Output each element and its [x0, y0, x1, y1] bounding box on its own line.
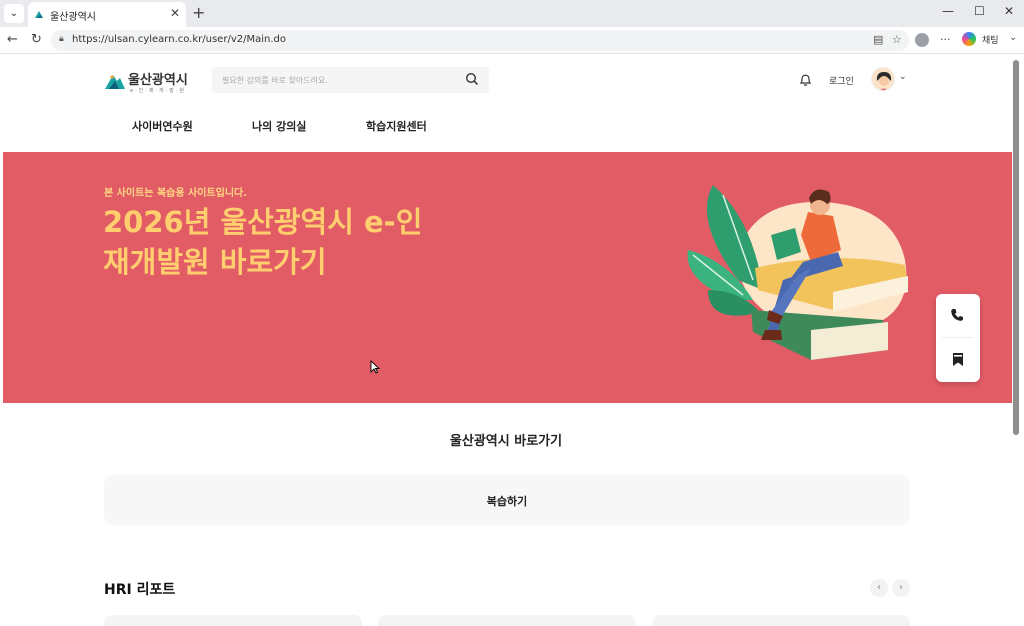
quick-menu — [936, 294, 980, 382]
back-arrow-icon[interactable]: ← — [7, 32, 18, 47]
site-logo[interactable]: 울산광역시 e·인·재·개·발·원 — [104, 69, 194, 95]
search-input[interactable]: 필요한 강의를 바로 찾아드려요. — [212, 67, 489, 93]
hri-card[interactable] — [652, 615, 910, 626]
maximize-button[interactable]: ☐ — [974, 4, 985, 18]
more-options-icon[interactable]: ··· — [940, 33, 951, 46]
page-viewport: 울산광역시 e·인·재·개·발·원 필요한 강의를 바로 찾아드려요. 로그인 … — [0, 55, 1024, 626]
lock-icon: 🔒︎ — [59, 34, 64, 44]
logo-name: 울산광역시 — [128, 73, 188, 88]
hri-next-icon[interactable]: › — [892, 579, 910, 597]
close-window-button[interactable]: ✕ — [1004, 4, 1014, 18]
minimize-button[interactable]: — — [942, 4, 954, 18]
quick-menu-divider — [942, 337, 974, 338]
hri-card-list — [104, 615, 910, 626]
chevron-down-icon[interactable]: ⌄ — [1009, 32, 1017, 43]
search-icon[interactable] — [465, 72, 479, 86]
nav-item-cyber-training[interactable]: 사이버연수원 — [132, 118, 193, 134]
mouse-cursor-icon — [370, 360, 380, 374]
review-button-label: 복습하기 — [486, 495, 528, 508]
logo-mountain-icon — [105, 75, 125, 89]
browser-profile-icon[interactable] — [915, 33, 929, 47]
reload-icon[interactable]: ↻ — [31, 32, 42, 47]
nav-item-my-classroom[interactable]: 나의 강의실 — [252, 118, 306, 134]
url-text: https://ulsan.cylearn.co.kr/user/v2/Main… — [72, 34, 286, 45]
hero-banner[interactable]: 본 사이트는 복습용 사이트입니다. 2026년 울산광역시 e-인재개발원 바… — [3, 152, 1012, 403]
shortcut-section-title: 울산광역시 바로가기 — [449, 434, 563, 449]
hero-notice: 본 사이트는 복습용 사이트입니다. — [104, 188, 248, 199]
hero-headline: 2026년 울산광역시 e-인재개발원 바로가기 — [103, 205, 423, 279]
hri-report-title: HRI 리포트 — [104, 582, 176, 598]
address-bar[interactable]: 🔒︎ https://ulsan.cylearn.co.kr/user/v2/M… — [51, 30, 909, 51]
reader-mode-icon[interactable]: ▤ — [873, 33, 883, 46]
reading-person-illustration — [687, 185, 908, 360]
tab-title: 울산광역시 — [50, 12, 96, 23]
tab-list-chevron-icon[interactable]: ⌄ — [4, 4, 24, 23]
search-placeholder: 필요한 강의를 바로 찾아드려요. — [222, 76, 328, 85]
hri-card[interactable] — [378, 615, 636, 626]
new-tab-button[interactable]: + — [192, 3, 205, 22]
user-menu-chevron-icon[interactable]: ⌄ — [899, 72, 907, 82]
hri-prev-icon[interactable]: ‹ — [870, 579, 888, 597]
bookmark-icon[interactable] — [952, 352, 964, 367]
tab-close-icon[interactable]: ✕ — [170, 6, 180, 20]
favorite-star-icon[interactable]: ☆ — [892, 33, 902, 46]
avatar-face-icon — [876, 72, 892, 90]
chat-button[interactable]: 채팅 — [982, 33, 999, 46]
avatar[interactable] — [871, 67, 895, 91]
phone-icon[interactable] — [950, 308, 964, 322]
login-link[interactable]: 로그인 — [829, 74, 854, 87]
site-favicon-icon — [35, 11, 43, 18]
browser-tab-bar: ⌄ 울산광역시 ✕ + — ☐ ✕ — [0, 0, 1024, 27]
browser-toolbar: ← ↻ 🔒︎ https://ulsan.cylearn.co.kr/user/… — [0, 27, 1024, 54]
browser-tab[interactable]: 울산광역시 ✕ — [28, 2, 186, 27]
hri-card[interactable] — [104, 615, 362, 626]
review-button[interactable]: 복습하기 — [104, 475, 910, 525]
page-scrollbar[interactable] — [1013, 60, 1019, 435]
nav-item-learning-support[interactable]: 학습지원센터 — [366, 118, 427, 134]
logo-subtitle: e·인·재·개·발·원 — [130, 88, 187, 94]
notification-bell-icon[interactable] — [799, 73, 812, 87]
copilot-icon[interactable] — [962, 32, 976, 46]
